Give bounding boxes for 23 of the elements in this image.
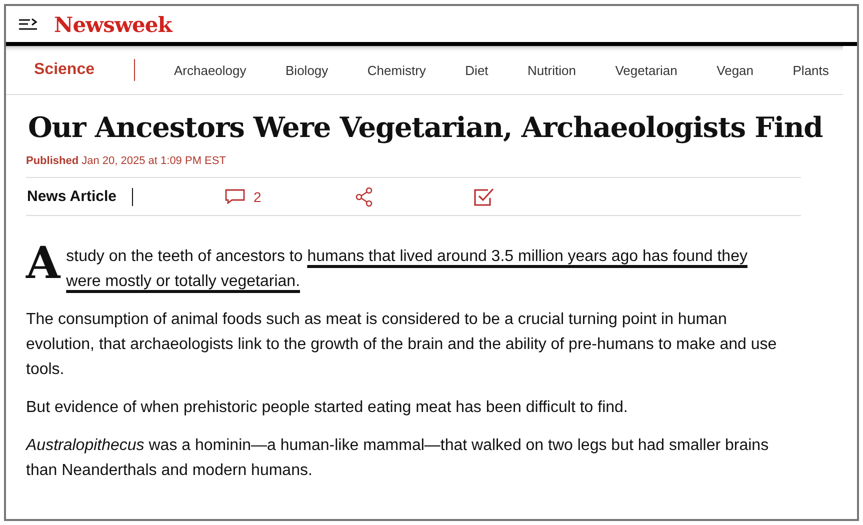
drop-cap: A bbox=[26, 244, 60, 291]
menu-icon[interactable] bbox=[18, 18, 38, 30]
lead-paragraph: study on the teeth of ancestors to humans that lived around 3.5 million years ago has found they were mostly or totally vegetarian. bbox=[66, 247, 748, 292]
article-title: Our Ancestors Were Vegetarian, Archaeologists Find bbox=[27, 110, 824, 146]
nav-tab[interactable]: Nutrition bbox=[528, 62, 576, 78]
checkbox-icon[interactable] bbox=[473, 186, 496, 206]
nav-tab[interactable]: Vegan bbox=[716, 62, 754, 78]
share-icon[interactable] bbox=[355, 186, 374, 206]
article-paragraph: The consumption of animal foods such as meat is considered to be a crucial turning point in human evolution, that archaeologists link to the growth of the brain and the ability of pre-humans to make and use tools. bbox=[26, 310, 778, 380]
newsweek-logo[interactable]: Newsweek bbox=[54, 12, 172, 36]
nav-tab[interactable]: Biology bbox=[286, 62, 328, 78]
publish-date: Published Jan 20, 2025 at 1:09 PM EST bbox=[26, 155, 227, 167]
nav-tab[interactable]: Science bbox=[34, 61, 94, 79]
nav-tab[interactable]: Archaeology bbox=[174, 62, 246, 78]
article-paragraph: But evidence of when prehistoric people started eating meat has been difficult to find. bbox=[26, 398, 629, 418]
nav-tab[interactable]: Chemistry bbox=[367, 62, 426, 78]
article-paragraph: Australopithecus was a hominin—a human-like mammal—that walked on two legs but had smaller brains than Neanderthals and modern humans. bbox=[26, 436, 770, 481]
comment-count[interactable]: 2 bbox=[253, 188, 262, 204]
nav-tab[interactable]: Vegetarian bbox=[615, 62, 678, 78]
comment-icon[interactable] bbox=[225, 189, 246, 204]
nav-tab[interactable]: Diet bbox=[465, 62, 488, 78]
nav-tab[interactable]: Plants bbox=[792, 62, 829, 78]
article-type: News Article bbox=[27, 188, 116, 205]
